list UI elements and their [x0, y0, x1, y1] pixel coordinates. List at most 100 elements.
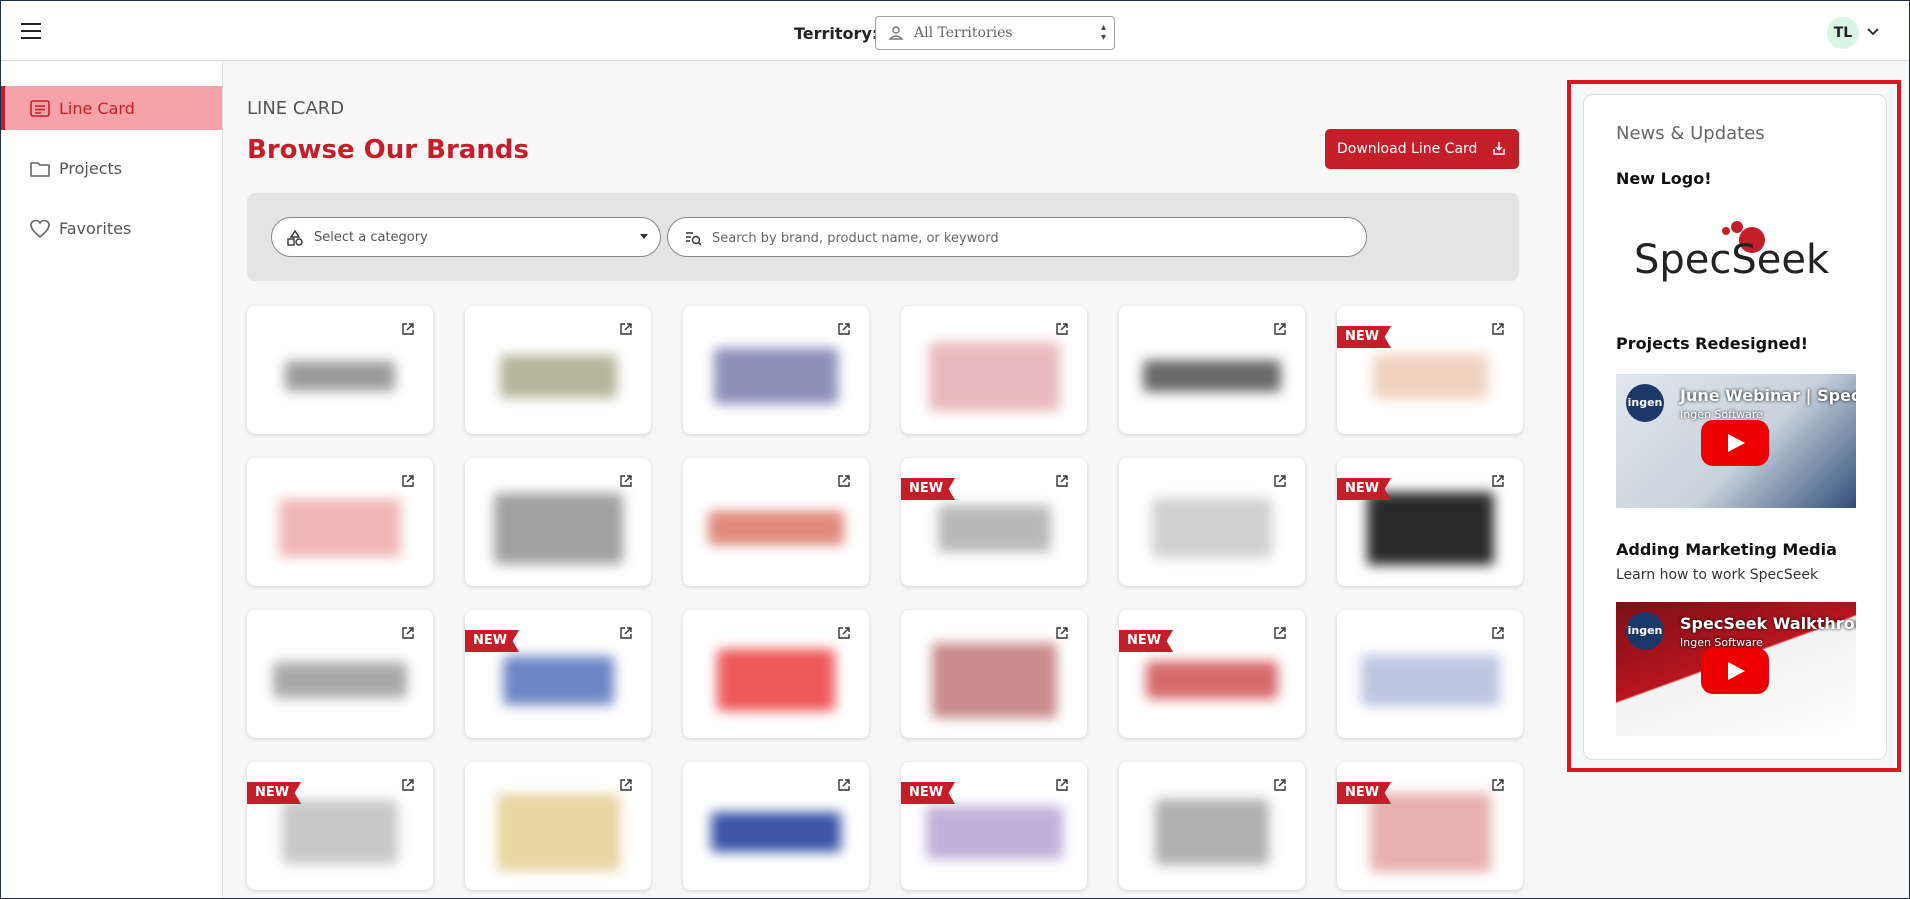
brand-logo	[928, 341, 1060, 411]
brand-card[interactable]	[247, 610, 433, 738]
brand-logo	[937, 504, 1051, 552]
external-link-icon[interactable]	[1491, 322, 1505, 336]
brand-logo	[273, 662, 407, 698]
new-badge: NEW	[1337, 782, 1392, 804]
external-link-icon[interactable]	[401, 626, 415, 640]
external-link-icon[interactable]	[619, 778, 633, 792]
external-link-icon[interactable]	[1273, 778, 1287, 792]
download-line-card-button[interactable]: Download Line Card	[1325, 129, 1519, 169]
sidebar-item-favorites[interactable]: Favorites	[1, 206, 222, 250]
brand-card[interactable]	[683, 306, 869, 434]
brand-logo	[1366, 491, 1494, 565]
news-heading: Projects Redesigned!	[1616, 334, 1809, 353]
external-link-icon[interactable]	[401, 474, 415, 488]
category-placeholder: Select a category	[314, 230, 428, 245]
new-badge: NEW	[1119, 630, 1174, 652]
avatar[interactable]: TL	[1827, 17, 1859, 49]
territory-select[interactable]: All Territories ▴ ▾	[875, 16, 1115, 50]
brand-logo	[1152, 498, 1272, 558]
brand-card[interactable]: NEW	[901, 762, 1087, 890]
brand-logo	[1155, 799, 1269, 865]
brand-card[interactable]	[683, 610, 869, 738]
brand-card[interactable]	[1119, 306, 1305, 434]
play-button-icon[interactable]	[1701, 420, 1769, 466]
brand-logo	[925, 805, 1063, 859]
new-badge: NEW	[901, 478, 956, 500]
main-content: LINE CARD Browse Our Brands Download Lin…	[225, 62, 1565, 898]
download-button-label: Download Line Card	[1337, 141, 1478, 157]
brand-card[interactable]: NEW	[901, 458, 1087, 586]
brand-logo	[493, 492, 623, 564]
category-select[interactable]: Select a category	[271, 217, 661, 257]
video-embed-walkthrough[interactable]: ingen SpecSeek Walkthrough Ingen Softwar…	[1616, 602, 1856, 736]
page-title: Browse Our Brands	[247, 135, 529, 165]
brand-logo	[717, 649, 835, 711]
search-list-icon	[686, 232, 702, 246]
external-link-icon[interactable]	[619, 474, 633, 488]
external-link-icon[interactable]	[837, 322, 851, 336]
external-link-icon[interactable]	[1273, 322, 1287, 336]
brand-card[interactable]	[465, 762, 651, 890]
external-link-icon[interactable]	[1055, 626, 1069, 640]
filter-bar: Select a category	[247, 193, 1519, 281]
caret-down-icon	[640, 234, 648, 239]
brand-card[interactable]	[1119, 762, 1305, 890]
brand-logo	[1360, 654, 1500, 706]
brand-logo	[711, 812, 841, 852]
video-embed-webinar[interactable]: ingen June Webinar | SpecSeek Ingen Soft…	[1616, 374, 1856, 508]
brand-grid: NEW NEW NEW NEW NEW NEW NEW NEW	[247, 306, 1523, 899]
external-link-icon[interactable]	[837, 474, 851, 488]
select-arrows-icon: ▴ ▾	[1100, 22, 1106, 43]
external-link-icon[interactable]	[1491, 626, 1505, 640]
sidebar-item-projects[interactable]: Projects	[1, 146, 222, 190]
page-kicker: LINE CARD	[247, 98, 345, 119]
external-link-icon[interactable]	[1273, 626, 1287, 640]
external-link-icon[interactable]	[619, 322, 633, 336]
external-link-icon[interactable]	[401, 322, 415, 336]
external-link-icon[interactable]	[837, 626, 851, 640]
search-input[interactable]	[712, 226, 1342, 250]
news-heading: Adding Marketing Media	[1616, 540, 1837, 559]
external-link-icon[interactable]	[1055, 778, 1069, 792]
brand-logo	[502, 655, 614, 705]
sidebar-item-line-card[interactable]: Line Card	[1, 86, 222, 130]
play-button-icon[interactable]	[1701, 648, 1769, 694]
external-link-icon[interactable]	[1273, 474, 1287, 488]
brand-card[interactable]	[683, 762, 869, 890]
brand-card[interactable]	[901, 306, 1087, 434]
brand-logo	[1372, 353, 1488, 399]
search-box[interactable]	[667, 217, 1367, 257]
brand-card[interactable]: NEW	[1337, 306, 1523, 434]
brand-card[interactable]	[465, 458, 651, 586]
heart-icon	[30, 219, 50, 239]
external-link-icon[interactable]	[1055, 322, 1069, 336]
brand-card[interactable]	[1119, 458, 1305, 586]
brand-card[interactable]	[247, 458, 433, 586]
brand-card[interactable]: NEW	[1337, 458, 1523, 586]
external-link-icon[interactable]	[1491, 474, 1505, 488]
brand-card[interactable]	[1337, 610, 1523, 738]
external-link-icon[interactable]	[1055, 474, 1069, 488]
news-subtitle: Learn how to work SpecSeek	[1616, 567, 1819, 583]
external-link-icon[interactable]	[401, 778, 415, 792]
external-link-icon[interactable]	[619, 626, 633, 640]
brand-card[interactable]	[465, 306, 651, 434]
brand-card[interactable]	[901, 610, 1087, 738]
logo-text: SpecSeek	[1634, 237, 1830, 283]
brand-card[interactable]: NEW	[1119, 610, 1305, 738]
brand-card[interactable]: NEW	[465, 610, 651, 738]
brand-logo	[931, 642, 1057, 718]
brand-card[interactable]: NEW	[247, 762, 433, 890]
download-icon	[1493, 142, 1505, 155]
brand-card[interactable]	[247, 306, 433, 434]
new-badge: NEW	[247, 782, 302, 804]
external-link-icon[interactable]	[1491, 778, 1505, 792]
person-pin-icon	[888, 26, 904, 40]
brand-card[interactable]: NEW	[1337, 762, 1523, 890]
chevron-down-icon[interactable]	[1865, 23, 1881, 39]
external-link-icon[interactable]	[837, 778, 851, 792]
brand-card[interactable]	[683, 458, 869, 586]
shapes-icon	[287, 229, 303, 246]
menu-icon[interactable]	[21, 23, 41, 39]
sidebar: Line Card Projects Favorites	[1, 62, 223, 898]
